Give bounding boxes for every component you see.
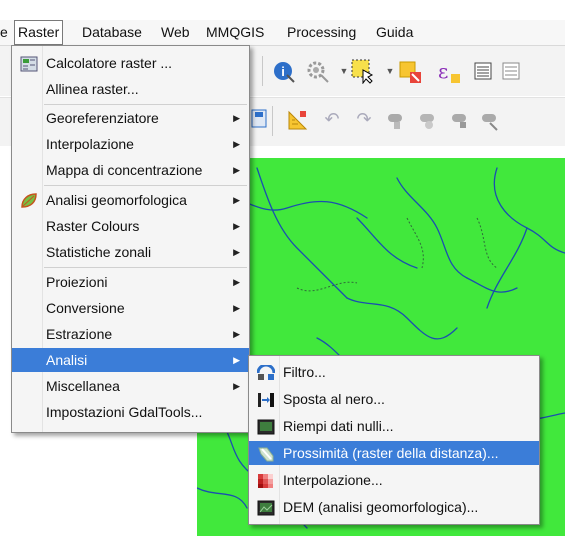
menu-item-prossimita[interactable]: Prossimità (raster della distanza)... [249, 441, 539, 465]
submenu-arrow-icon: ▶ [233, 221, 240, 231]
menu-item-allinea-raster[interactable]: Allinea raster... [12, 77, 249, 101]
filter-icon [256, 363, 276, 380]
menu-item-interpolazione-grid[interactable]: Interpolazione... [249, 468, 539, 492]
submenu-arrow-icon: ▶ [233, 381, 240, 391]
menu-item-mmqgis[interactable]: MMQGIS [206, 20, 264, 45]
menu-item-raster-colours[interactable]: Raster Colours ▶ [12, 214, 249, 238]
analisi-submenu: Filtro... Sposta al nero... Riempi dati … [248, 355, 540, 525]
menu-item-guida[interactable]: Guida [376, 20, 413, 45]
menu-item-mappa-di-concentrazione[interactable]: Mappa di concentrazione ▶ [12, 158, 249, 182]
menu-item-riempi-dati-nulli[interactable]: Riempi dati nulli... [249, 414, 539, 438]
submenu-arrow-icon: ▶ [233, 277, 240, 287]
submenu-arrow-icon: ▶ [233, 247, 240, 257]
menu-item-estrazione[interactable]: Estrazione ▶ [12, 322, 249, 346]
menu-item-impostazioni-gdaltools[interactable]: Impostazioni GdalTools... [12, 400, 249, 424]
expression-select-icon[interactable]: ε [436, 59, 460, 84]
grid-icon [257, 472, 275, 488]
submenu-arrow-icon: ▶ [233, 195, 240, 205]
menu-separator [44, 185, 247, 186]
menu-bar: e Raster Database Web MMQGIS Processing … [0, 20, 565, 46]
change-label-icon[interactable] [478, 108, 502, 132]
leaf-icon [20, 192, 38, 208]
identify-icon[interactable]: i [272, 60, 296, 84]
submenu-arrow-icon: ▶ [233, 165, 240, 175]
undo-icon[interactable]: ↶ [320, 108, 344, 132]
nearblack-icon [257, 391, 275, 407]
redo-icon[interactable]: ↷ [352, 108, 376, 132]
submenu-arrow-icon: ▶ [233, 139, 240, 149]
menu-item-web[interactable]: Web [161, 20, 190, 45]
proximity-icon [257, 445, 275, 462]
menu-item-dem[interactable]: DEM (analisi geomorfologica)... [249, 495, 539, 519]
menu-item-raster[interactable]: Raster [14, 20, 64, 45]
toolbar-separator [262, 56, 263, 86]
menu-item-analisi-geomorfologica[interactable]: Analisi geomorfologica ▶ [12, 188, 249, 212]
deselect-icon[interactable] [398, 60, 422, 84]
submenu-arrow-icon: ▶ [233, 329, 240, 339]
menu-item-processing[interactable]: Processing [287, 20, 356, 45]
menu-item-statistiche-zonali[interactable]: Statistiche zonali ▶ [12, 240, 249, 264]
fill-nodata-icon [257, 418, 275, 435]
menu-item-georeferenziatore[interactable]: Georeferenziatore ▶ [12, 106, 249, 130]
menu-item-conversione[interactable]: Conversione ▶ [12, 296, 249, 320]
pin-label-icon[interactable] [416, 108, 440, 132]
toolbar-separator [272, 106, 273, 136]
settings-cog-icon[interactable] [306, 60, 330, 84]
menu-item-partial[interactable]: e [0, 20, 8, 45]
menu-item-miscellanea[interactable]: Miscellanea ▶ [12, 374, 249, 398]
menu-item-sposta-al-nero[interactable]: Sposta al nero... [249, 387, 539, 411]
menu-item-calcolatore-raster[interactable]: Calcolatore raster ... [12, 51, 249, 75]
svg-text:ε: ε [438, 60, 448, 83]
svg-text:i: i [281, 64, 285, 79]
statistics-icon[interactable] [500, 60, 524, 84]
submenu-arrow-icon: ▶ [233, 303, 240, 313]
submenu-arrow-icon: ▶ [233, 355, 240, 365]
menu-separator [44, 267, 247, 268]
menu-item-proiezioni[interactable]: Proiezioni ▶ [12, 270, 249, 294]
label-tool-icon[interactable] [384, 108, 408, 132]
attribute-table-icon[interactable] [472, 60, 496, 84]
ruler-icon[interactable] [286, 108, 310, 132]
select-feature-icon[interactable] [350, 58, 374, 85]
menu-separator [44, 104, 247, 105]
menu-item-interpolazione[interactable]: Interpolazione ▶ [12, 132, 249, 156]
submenu-arrow-icon: ▶ [233, 113, 240, 123]
calculator-icon [20, 55, 38, 72]
save-edits-icon[interactable] [248, 108, 272, 132]
menu-item-analisi[interactable]: Analisi ▶ [12, 348, 249, 372]
menu-item-database[interactable]: Database [82, 20, 142, 45]
dem-icon [257, 499, 275, 516]
rotate-label-icon[interactable] [448, 108, 472, 132]
raster-menu: Calcolatore raster ... Allinea raster...… [11, 45, 250, 433]
menu-item-filtro[interactable]: Filtro... [249, 360, 539, 384]
